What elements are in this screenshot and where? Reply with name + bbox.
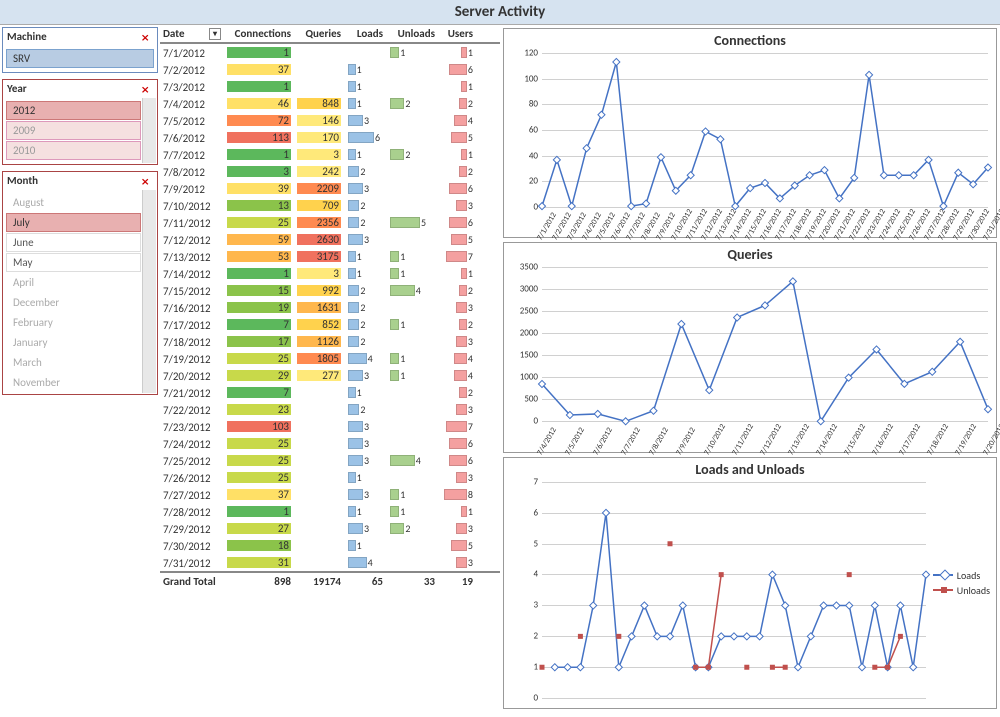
table-row[interactable]: 7/13/2012533175117 [160,248,500,265]
table-row[interactable]: 7/7/201213121 [160,146,500,163]
col-header-loads[interactable]: Loads [344,25,386,42]
page-title: Server Activity [0,0,1000,25]
col-header-connections[interactable]: Connections [224,25,294,42]
table-row[interactable]: 7/4/201246848122 [160,95,500,112]
clear-filter-icon[interactable]: ⨯ [141,83,153,95]
table-row[interactable]: 7/28/20121111 [160,503,500,520]
slicer-item[interactable]: SRV [6,49,154,68]
table-row[interactable]: 7/27/201237318 [160,486,500,503]
table-row[interactable]: 7/1/2012111 [160,44,500,61]
grand-total-connections: 898 [224,573,294,590]
slicer-item[interactable]: June [6,233,141,252]
chart-legend: Loads Unloads [933,567,990,599]
table-row[interactable]: 7/14/201213111 [160,265,500,282]
table-row[interactable]: 7/16/201219163123 [160,299,500,316]
slicer-item[interactable]: May [6,253,141,272]
table-row[interactable]: 7/29/201227323 [160,520,500,537]
slicer-item[interactable]: 2009 [6,121,141,140]
table-row[interactable]: 7/23/201210337 [160,418,500,435]
table-row[interactable]: 7/10/20121370923 [160,197,500,214]
table-row[interactable]: 7/12/201259263035 [160,231,500,248]
table-row[interactable]: 7/5/20127214634 [160,112,500,129]
table-row[interactable]: 7/2/20123716 [160,61,500,78]
col-header-users[interactable]: Users [438,25,476,42]
grand-total-users: 19 [438,573,476,590]
slicer-item[interactable]: 2012 [6,101,141,120]
clear-filter-icon[interactable]: ⨯ [141,31,153,43]
col-header-unloads[interactable]: Unloads [386,25,438,42]
col-header-queries[interactable]: Queries [294,25,344,42]
slicer-year-label: Year [7,82,27,95]
clear-filter-icon[interactable]: ⨯ [141,175,153,187]
table-row[interactable]: 7/25/201225346 [160,452,500,469]
table-row[interactable]: 7/18/201217112623 [160,333,500,350]
table-row[interactable]: 7/20/201229277314 [160,367,500,384]
table-row[interactable]: 7/24/20122536 [160,435,500,452]
slicer-item[interactable]: March [6,353,141,372]
dropdown-icon[interactable]: ▾ [209,28,221,40]
grand-total-unloads: 33 [386,573,438,590]
grand-total-row: Grand Total 898 19174 65 33 19 [160,571,500,590]
slicer-item[interactable]: February [6,313,141,332]
chart-title: Connections [504,29,996,49]
chart-loads-unloads[interactable]: Loads and Unloads 01234567 Loads Unloads [503,457,997,709]
legend-loads: Loads [957,569,980,582]
slicer-item[interactable]: November [6,373,141,392]
table-row[interactable]: 7/19/2012251805414 [160,350,500,367]
table-row[interactable]: 7/9/201239220936 [160,180,500,197]
table-row[interactable]: 7/31/20123143 [160,554,500,571]
slicer-item[interactable]: January [6,333,141,352]
slicer-month: Month ⨯ AugustJulyJuneMayAprilDecemberFe… [2,171,158,395]
scrollbar[interactable] [142,190,156,393]
chart-queries[interactable]: Queries 05001000150020002500300035007/4/… [503,242,997,452]
slicer-item[interactable]: December [6,293,141,312]
table-row[interactable]: 7/8/2012324222 [160,163,500,180]
col-header-date: Date [163,27,184,40]
table-row[interactable]: 7/11/2012252356256 [160,214,500,231]
chart-connections[interactable]: Connections 0204060801001207/1/20127/2/2… [503,28,997,238]
slicer-month-label: Month [7,174,38,187]
table-row[interactable]: 7/6/201211317065 [160,129,500,146]
scrollbar[interactable] [142,98,156,163]
table-header: Date ▾ Connections Queries Loads Unloads… [160,25,500,44]
slicer-year: Year ⨯ 201220092010 [2,79,158,165]
table-row[interactable]: 7/22/20122323 [160,401,500,418]
slicer-machine: Machine ⨯ SRV [2,27,158,73]
chart-title: Queries [504,243,996,263]
table-row[interactable]: 7/17/20127852212 [160,316,500,333]
table-row[interactable]: 7/26/20122513 [160,469,500,486]
grand-total-label: Grand Total [160,573,224,590]
legend-unloads: Unloads [957,584,990,597]
slicer-item[interactable]: April [6,273,141,292]
table-row[interactable]: 7/30/20121815 [160,537,500,554]
grand-total-queries: 19174 [294,573,344,590]
slicer-item[interactable]: August [6,193,141,212]
table-row[interactable]: 7/15/201215992242 [160,282,500,299]
table-row[interactable]: 7/21/2012712 [160,384,500,401]
chart-title: Loads and Unloads [504,458,996,478]
table-row[interactable]: 7/3/2012111 [160,78,500,95]
slicer-item[interactable]: 2010 [6,141,141,160]
grand-total-loads: 65 [344,573,386,590]
slicer-machine-label: Machine [7,30,47,43]
slicer-item[interactable]: July [6,213,141,232]
